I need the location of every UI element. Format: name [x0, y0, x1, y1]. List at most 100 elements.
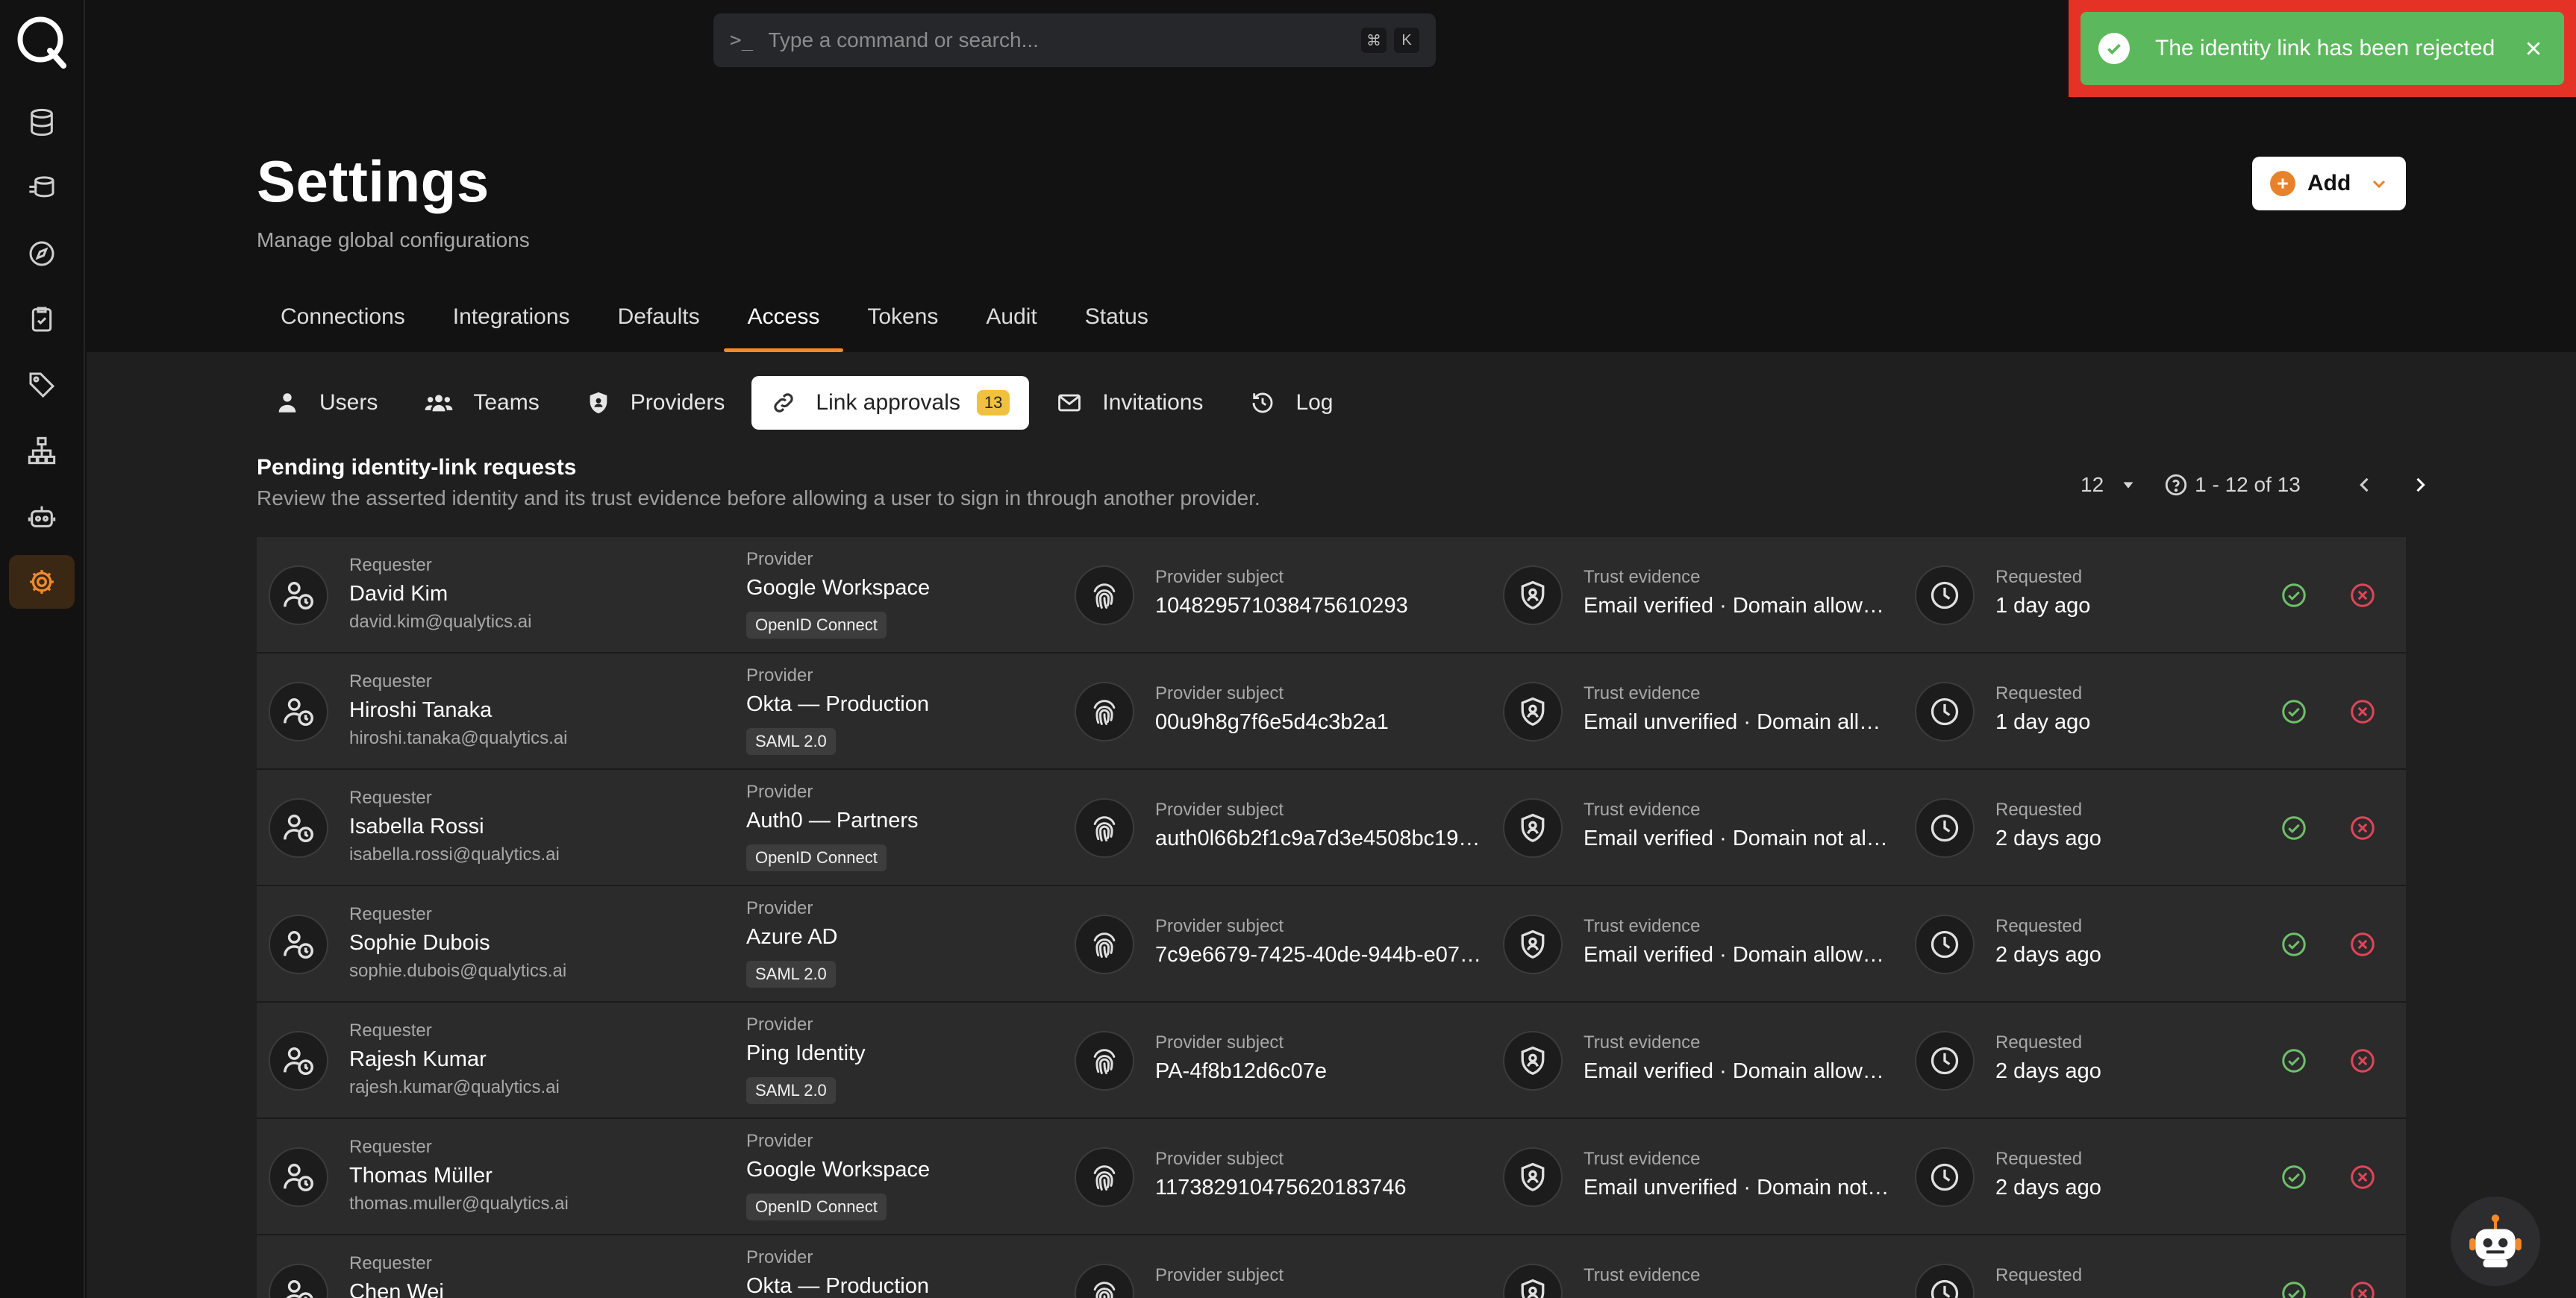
- per-page-select[interactable]: 12: [2081, 473, 2104, 497]
- subtab-users-label: Users: [319, 390, 378, 415]
- tab-integrations[interactable]: Integrations: [429, 295, 594, 352]
- clock-icon: [1915, 798, 1975, 858]
- provider-name: Okta — Production: [746, 692, 929, 716]
- subject-label: Provider subject: [1155, 800, 1284, 820]
- history-icon: [1249, 390, 1276, 416]
- requester-label: Requester: [349, 1020, 432, 1041]
- requester-email: sophie.dubois@qualytics.ai: [349, 961, 567, 981]
- requested-time: 2 days ago: [1995, 943, 2101, 967]
- prev-page-button[interactable]: [2348, 468, 2381, 501]
- approve-button[interactable]: [2279, 929, 2309, 959]
- nav-explore[interactable]: [9, 227, 75, 280]
- requested-time: 1 day ago: [1995, 594, 2091, 618]
- approve-button[interactable]: [2279, 580, 2309, 610]
- nav-tags[interactable]: [9, 358, 75, 412]
- subtab-providers[interactable]: Providers: [566, 376, 745, 430]
- requester-name: Isabella Rossi: [349, 815, 484, 838]
- app-logo[interactable]: [14, 13, 69, 69]
- requester-label: Requester: [349, 555, 432, 575]
- requester-label: Requester: [349, 671, 432, 692]
- x-circle-icon: [2349, 931, 2376, 958]
- trust-evidence: Email verified · Domain allowed …: [1584, 943, 1889, 967]
- shortcut-key-k: K: [1394, 28, 1419, 53]
- trust-label: Trust evidence: [1584, 916, 1701, 936]
- toast-message: The identity link has been rejected: [2155, 36, 2495, 60]
- tab-tokens[interactable]: Tokens: [843, 295, 962, 352]
- requester-name: Hiroshi Tanaka: [349, 698, 493, 722]
- command-input[interactable]: Type a command or search...: [768, 28, 1354, 52]
- nav-checks[interactable]: [9, 292, 75, 346]
- requested-label: Requested: [1995, 916, 2083, 936]
- subtab-users[interactable]: Users: [255, 376, 397, 430]
- pagination: 12 1 - 12 of 13: [2081, 468, 2436, 501]
- subtab-link-approvals[interactable]: Link approvals 13: [751, 376, 1030, 430]
- user-clock-icon: [269, 1031, 328, 1091]
- tab-defaults[interactable]: Defaults: [594, 295, 724, 352]
- subtab-teams[interactable]: Teams: [404, 376, 558, 430]
- subject-label: Provider subject: [1155, 1149, 1284, 1169]
- nav-flows[interactable]: [9, 161, 75, 215]
- page-title: Settings: [257, 148, 490, 214]
- fingerprint-icon: [1075, 1264, 1134, 1298]
- success-toast: The identity link has been rejected: [2081, 12, 2564, 85]
- provider-name: Okta — Production: [746, 1274, 929, 1298]
- subtab-log[interactable]: Log: [1230, 376, 1352, 430]
- fingerprint-icon: [1075, 565, 1134, 625]
- check-circle-icon: [2280, 1164, 2307, 1191]
- approve-button[interactable]: [2279, 1046, 2309, 1076]
- reject-button[interactable]: [2348, 697, 2378, 727]
- requester-name: Chen Wei: [349, 1280, 444, 1298]
- tab-connections[interactable]: Connections: [257, 295, 429, 352]
- shield-user-icon: [1503, 1264, 1563, 1298]
- tab-audit[interactable]: Audit: [962, 295, 1060, 352]
- reject-button[interactable]: [2348, 1162, 2378, 1192]
- reject-button[interactable]: [2348, 1279, 2378, 1298]
- subtab-link-approvals-label: Link approvals: [816, 390, 960, 415]
- approve-button[interactable]: [2279, 813, 2309, 843]
- flow-icon: [27, 173, 57, 203]
- provider-name: Google Workspace: [746, 1158, 931, 1182]
- approve-button[interactable]: [2279, 1162, 2309, 1192]
- reject-button[interactable]: [2348, 929, 2378, 959]
- clock-icon: [1915, 682, 1975, 742]
- requester-email: david.kim@qualytics.ai: [349, 612, 532, 632]
- protocol-chip: SAML 2.0: [746, 961, 836, 988]
- assistant-bot-button[interactable]: [2451, 1197, 2540, 1286]
- reject-button[interactable]: [2348, 813, 2378, 843]
- check-circle-icon: [2280, 1280, 2307, 1298]
- requester-label: Requester: [349, 904, 432, 924]
- nav-settings[interactable]: [9, 555, 75, 609]
- provider-label: Provider: [746, 1015, 813, 1035]
- chevron-down-icon: [2370, 175, 2388, 192]
- nav-data-stores[interactable]: [9, 95, 75, 149]
- link-icon: [771, 390, 796, 416]
- close-icon[interactable]: [2521, 36, 2546, 61]
- add-button[interactable]: Add: [2252, 157, 2406, 210]
- approve-button[interactable]: [2279, 1279, 2309, 1298]
- user-icon: [275, 390, 300, 416]
- nav-hierarchy[interactable]: [9, 424, 75, 477]
- subtab-invitations[interactable]: Invitations: [1037, 376, 1222, 430]
- mail-icon: [1056, 390, 1083, 416]
- check-circle-icon: [2280, 815, 2307, 841]
- nav-agents[interactable]: [9, 489, 75, 543]
- clock-icon: [1915, 1031, 1975, 1091]
- tab-access[interactable]: Access: [723, 295, 844, 352]
- pending-count-badge: 13: [976, 390, 1010, 416]
- shield-user-icon: [1503, 1147, 1563, 1207]
- subtab-log-label: Log: [1295, 390, 1334, 415]
- next-page-button[interactable]: [2404, 468, 2436, 501]
- requested-label: Requested: [1995, 800, 2083, 820]
- x-circle-icon: [2349, 698, 2376, 725]
- caret-down-icon[interactable]: [2120, 477, 2136, 493]
- tab-status[interactable]: Status: [1061, 295, 1172, 352]
- approve-button[interactable]: [2279, 697, 2309, 727]
- reject-button[interactable]: [2348, 580, 2378, 610]
- fingerprint-icon: [1075, 682, 1134, 742]
- provider-label: Provider: [746, 898, 813, 918]
- command-bar[interactable]: >_ Type a command or search... ⌘ K: [713, 13, 1436, 67]
- group-icon: [424, 390, 454, 416]
- reject-button[interactable]: [2348, 1046, 2378, 1076]
- protocol-chip: SAML 2.0: [746, 1077, 836, 1104]
- help-circle-icon[interactable]: [2163, 472, 2189, 498]
